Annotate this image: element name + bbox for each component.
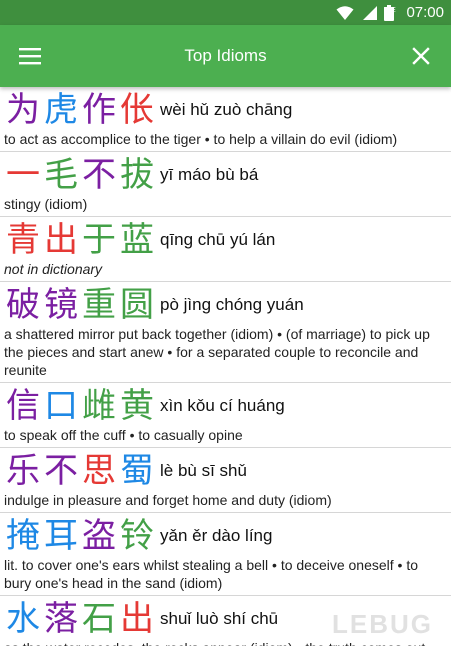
hanzi-character: 破 (6, 285, 40, 325)
network-type-label: LTE (383, 6, 396, 14)
idiom-characters: 青出于蓝 (4, 220, 156, 260)
idiom-characters: 为虎作伥 (4, 90, 156, 130)
hanzi-character: 蜀 (120, 451, 154, 491)
idiom-pinyin: yǎn ěr dào líng (160, 526, 273, 545)
idiom-pinyin: xìn kǒu cí huáng (160, 396, 285, 415)
idiom-characters: 信口雌黄 (4, 386, 156, 426)
status-bar: LTE 07:00 (0, 0, 451, 25)
hanzi-character: 盗 (82, 516, 116, 556)
hanzi-character: 出 (44, 220, 78, 260)
idiom-pinyin: lè bù sī shǔ (160, 461, 247, 480)
close-button[interactable] (401, 36, 441, 76)
idiom-pinyin: wèi hǔ zuò chāng (160, 100, 293, 119)
hanzi-character: 耳 (44, 516, 78, 556)
idiom-list-item[interactable]: 青出于蓝 qīng chū yú lán not in dictionary (0, 217, 451, 282)
hanzi-character: 乐 (6, 451, 40, 491)
hanzi-character: 圆 (120, 285, 154, 325)
hanzi-character: 虎 (44, 90, 78, 130)
close-icon (412, 47, 430, 65)
idiom-definition: as the water recedes, the rocks appear (… (4, 639, 447, 646)
hanzi-character: 石 (82, 599, 116, 639)
idiom-list-item[interactable]: 为虎作伥 wèi hǔ zuò chāng to act as accomplice… (0, 87, 451, 152)
idiom-header: 水落石出 shuǐ luò shí chū (4, 599, 447, 639)
idiom-characters: 破镜重圆 (4, 285, 156, 325)
hanzi-character: 伥 (120, 90, 154, 130)
idiom-definition: indulge in pleasure and forget home and … (4, 492, 332, 508)
app-bar: Top Idioms (0, 25, 451, 87)
idiom-list-item[interactable]: 掩耳盗铃 yǎn ěr dào líng lit. to cover one's e… (0, 513, 451, 596)
idiom-characters: 掩耳盗铃 (4, 516, 156, 556)
idiom-list-item[interactable]: 信口雌黄 xìn kǒu cí huáng to speak off the cuf… (0, 383, 451, 448)
idiom-header: 乐不思蜀 lè bù sī shǔ (4, 451, 447, 491)
idiom-definition: not in dictionary (4, 261, 103, 277)
hanzi-character: 水 (6, 599, 40, 639)
hanzi-character: 不 (44, 451, 78, 491)
hanzi-character: 青 (6, 220, 40, 260)
page-title: Top Idioms (184, 46, 267, 65)
hanzi-character: 信 (6, 386, 40, 426)
hanzi-character: 落 (44, 599, 78, 639)
cell-signal-icon: LTE (360, 5, 396, 21)
idiom-list[interactable]: 为虎作伥 wèi hǔ zuò chāng to act as accomplice… (0, 87, 451, 646)
idiom-definition: to act as accomplice to the tiger • to h… (4, 131, 398, 147)
wifi-icon (336, 5, 354, 20)
idiom-pinyin: shuǐ luò shí chū (160, 609, 279, 628)
status-icons: LTE 07:00 (336, 2, 444, 23)
hamburger-menu-icon (19, 48, 41, 65)
idiom-definition: lit. to cover one's ears whilst stealing… (4, 557, 419, 591)
hanzi-character: 重 (82, 285, 116, 325)
idiom-definition: stingy (idiom) (4, 196, 88, 212)
hanzi-character: 作 (82, 90, 116, 130)
hanzi-character: 黄 (120, 386, 154, 426)
idiom-definition: to speak off the cuff • to casually opin… (4, 427, 243, 443)
hanzi-character: 拔 (120, 155, 154, 195)
hanzi-character: 出 (120, 599, 154, 639)
idiom-pinyin: pò jìng chóng yuán (160, 295, 304, 314)
hanzi-character: 镜 (44, 285, 78, 325)
idiom-header: 破镜重圆 pò jìng chóng yuán (4, 285, 447, 325)
hanzi-character: 思 (82, 451, 116, 491)
menu-button[interactable] (10, 36, 50, 76)
hanzi-character: 雌 (82, 386, 116, 426)
idiom-characters: 一毛不拔 (4, 155, 156, 195)
status-time: 07:00 (406, 4, 444, 21)
idiom-header: 一毛不拔 yī máo bù bá (4, 155, 447, 195)
idiom-pinyin: qīng chū yú lán (160, 230, 276, 249)
hanzi-character: 铃 (120, 516, 154, 556)
idiom-header: 为虎作伥 wèi hǔ zuò chāng (4, 90, 447, 130)
idiom-characters: 水落石出 (4, 599, 156, 639)
hanzi-character: 为 (6, 90, 40, 130)
hanzi-character: 毛 (44, 155, 78, 195)
idiom-characters: 乐不思蜀 (4, 451, 156, 491)
hanzi-character: 口 (44, 386, 78, 426)
hanzi-character: 一 (6, 155, 40, 195)
hanzi-character: 不 (82, 155, 116, 195)
idiom-list-item[interactable]: 一毛不拔 yī máo bù bá stingy (idiom) (0, 152, 451, 217)
idiom-list-item[interactable]: 破镜重圆 pò jìng chóng yuán a shattered mirror… (0, 282, 451, 383)
hanzi-character: 蓝 (120, 220, 154, 260)
idiom-header: 青出于蓝 qīng chū yú lán (4, 220, 447, 260)
idiom-header: 信口雌黄 xìn kǒu cí huáng (4, 386, 447, 426)
idiom-definition: a shattered mirror put back together (id… (4, 326, 430, 378)
hanzi-character: 掩 (6, 516, 40, 556)
idiom-header: 掩耳盗铃 yǎn ěr dào líng (4, 516, 447, 556)
idiom-list-item[interactable]: 乐不思蜀 lè bù sī shǔ indulge in pleasure and … (0, 448, 451, 513)
idiom-list-item[interactable]: 水落石出shuǐ luò shí chūas the water recedes… (0, 596, 451, 646)
hanzi-character: 于 (82, 220, 116, 260)
idiom-pinyin: yī máo bù bá (160, 165, 259, 184)
